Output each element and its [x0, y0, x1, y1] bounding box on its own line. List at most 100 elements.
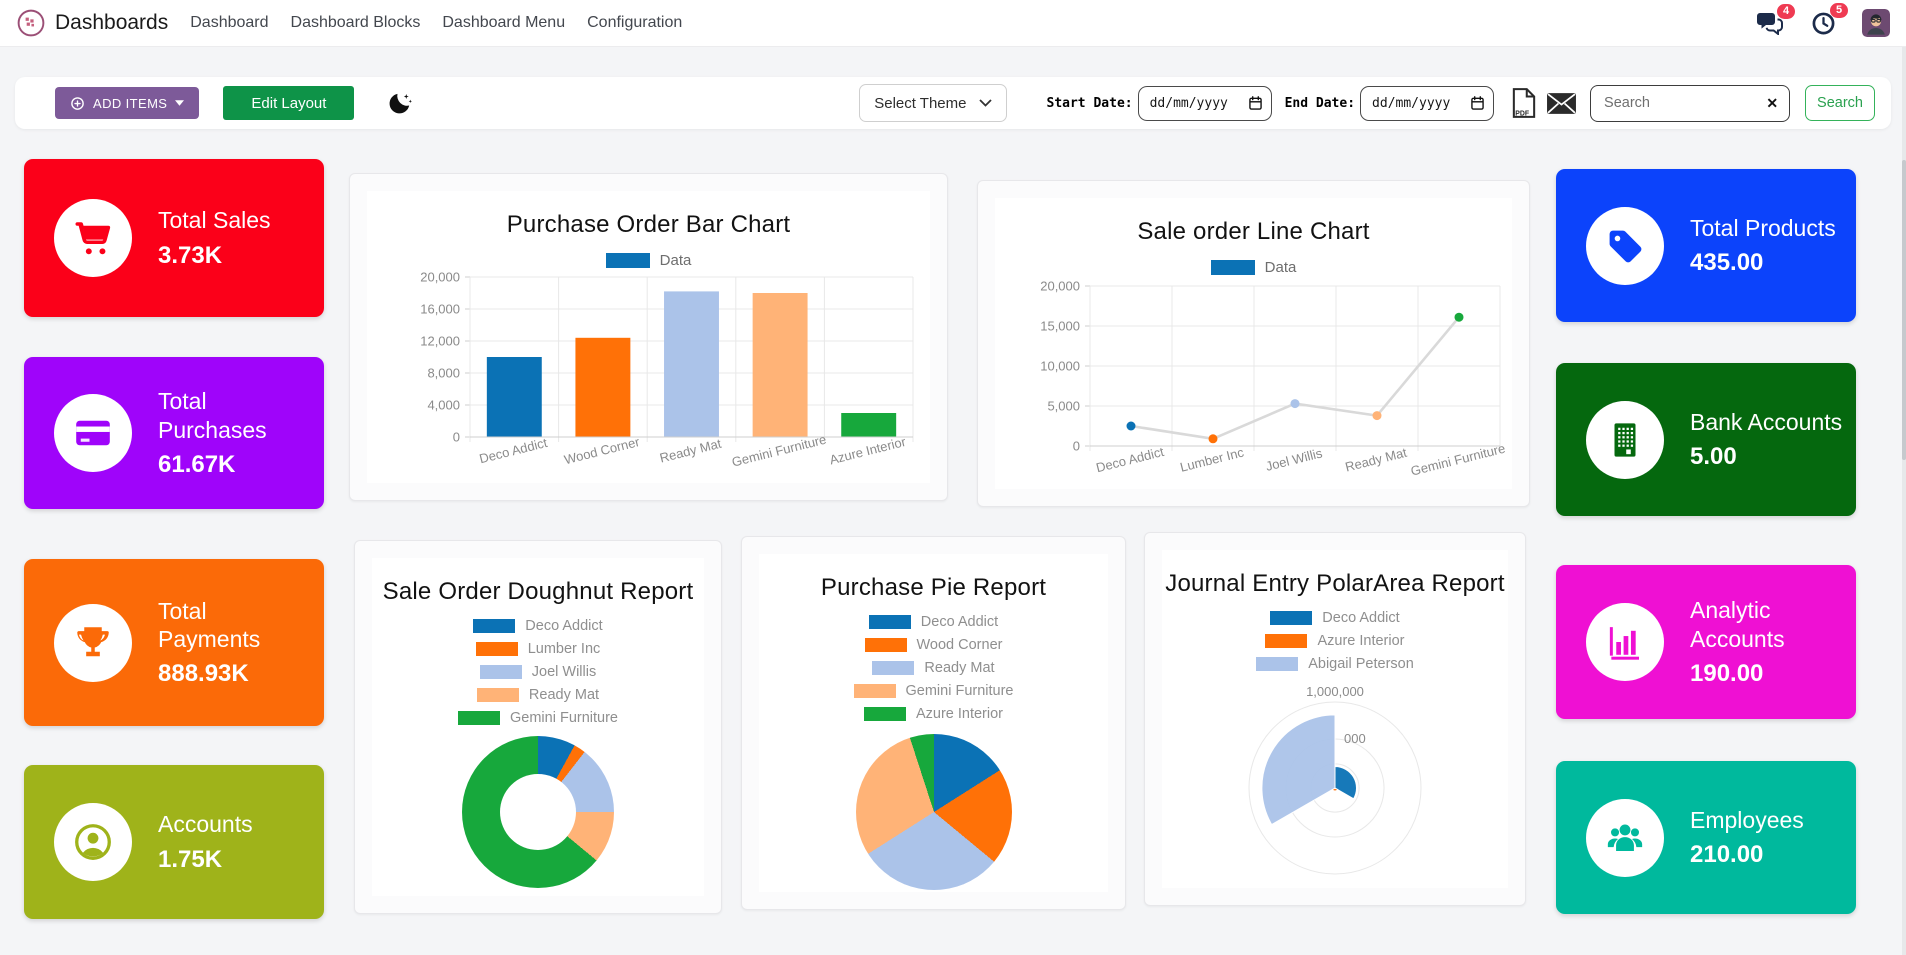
- line-chart-title: Sale order Line Chart: [1137, 218, 1369, 246]
- kpi-text: Total Products435.00: [1690, 214, 1846, 277]
- bar-chart-legend[interactable]: Data: [606, 252, 692, 269]
- legend-label: Azure Interior: [916, 706, 1003, 722]
- kpi-label: Total Sales: [158, 206, 271, 234]
- building-icon: [1586, 401, 1664, 479]
- legend-item-azure-interior[interactable]: Azure Interior: [864, 706, 1003, 722]
- kpi-text: Employees210.00: [1690, 806, 1814, 869]
- search-input[interactable]: [1602, 94, 1760, 112]
- legend-swatch: [480, 665, 522, 679]
- legend-label: Wood Corner: [917, 637, 1003, 653]
- purchase-order-bar-chart-card: Purchase Order Bar Chart Data 04,0008,00…: [349, 173, 948, 501]
- bar-chart-panel: Purchase Order Bar Chart Data 04,0008,00…: [367, 191, 930, 483]
- menu-item-dashboard[interactable]: Dashboard: [190, 14, 268, 32]
- edit-layout-button[interactable]: Edit Layout: [223, 86, 354, 120]
- kpi-label: Employees: [1690, 806, 1804, 834]
- search-box: ✕: [1590, 85, 1790, 122]
- kpi-card-total-sales[interactable]: Total Sales3.73K: [24, 159, 324, 317]
- purchase-pie-card: Purchase Pie Report Deco Addict Wood Corn…: [741, 536, 1126, 910]
- start-date-label: Start Date:: [1047, 96, 1133, 111]
- start-date-input[interactable]: [1148, 95, 1244, 112]
- legend-label: Gemini Furniture: [906, 683, 1014, 699]
- dark-mode-toggle[interactable]: [386, 90, 413, 117]
- scrollbar-thumb[interactable]: [1902, 160, 1906, 460]
- doughnut-title: Sale Order Doughnut Report: [383, 578, 694, 606]
- search-button[interactable]: Search: [1805, 85, 1875, 121]
- kpi-text: Accounts1.75K: [158, 810, 263, 873]
- kpi-card-total-products[interactable]: Total Products435.00: [1556, 169, 1856, 322]
- messages-badge: 4: [1777, 4, 1795, 19]
- svg-text:Lumber Inc: Lumber Inc: [1178, 444, 1245, 474]
- end-date-input-wrap: [1360, 86, 1494, 121]
- chevron-down-icon: [979, 99, 992, 107]
- menu-item-configuration[interactable]: Configuration: [587, 14, 682, 32]
- legend-item-wood-corner[interactable]: Wood Corner: [865, 637, 1003, 653]
- svg-text:Ready Mat: Ready Mat: [1343, 445, 1408, 475]
- kpi-text: Bank Accounts5.00: [1690, 408, 1852, 471]
- line-chart-legend[interactable]: Data: [1211, 259, 1297, 276]
- legend-item-gemini-furniture[interactable]: Gemini Furniture: [458, 710, 618, 726]
- legend-item-deco-addict[interactable]: Deco Addict: [1270, 610, 1399, 626]
- calendar-icon[interactable]: [1249, 96, 1262, 110]
- svg-text:Wood Corner: Wood Corner: [562, 434, 641, 467]
- cart-icon: [54, 199, 132, 277]
- send-mail-button[interactable]: [1546, 92, 1577, 115]
- activities-icon[interactable]: 5: [1811, 11, 1836, 36]
- kpi-card-employees[interactable]: Employees210.00: [1556, 761, 1856, 914]
- legend-swatch: [1256, 657, 1298, 671]
- legend-swatch: [1265, 634, 1307, 648]
- menu-item-dashboard-blocks[interactable]: Dashboard Blocks: [291, 14, 421, 32]
- svg-text:12,000: 12,000: [420, 334, 460, 349]
- svg-text:Joel Willis: Joel Willis: [1264, 445, 1324, 474]
- user-avatar[interactable]: [1862, 9, 1890, 37]
- svg-text:16,000: 16,000: [420, 302, 460, 317]
- messages-icon[interactable]: 4: [1756, 12, 1783, 35]
- svg-text:5,000: 5,000: [1047, 399, 1080, 414]
- legend-item-ready-mat[interactable]: Ready Mat: [872, 660, 994, 676]
- legend-label: Abigail Peterson: [1308, 656, 1414, 672]
- legend-item-ready-mat[interactable]: Ready Mat: [477, 687, 599, 703]
- app-logo-icon[interactable]: [16, 8, 46, 38]
- menu-item-dashboard-menu[interactable]: Dashboard Menu: [442, 14, 565, 32]
- kpi-value: 190.00: [1690, 660, 1846, 688]
- end-date-input[interactable]: [1370, 95, 1466, 112]
- legend-swatch: [458, 711, 500, 725]
- legend-item-azure-interior[interactable]: Azure Interior: [1265, 633, 1404, 649]
- svg-text:0: 0: [1072, 439, 1079, 454]
- select-theme-dropdown[interactable]: Select Theme: [859, 84, 1006, 122]
- kpi-card-total-payments[interactable]: Total Payments888.93K: [24, 559, 324, 726]
- add-items-button[interactable]: ADD ITEMS: [55, 87, 199, 119]
- legend-item-abigail-peterson[interactable]: Abigail Peterson: [1256, 656, 1414, 672]
- svg-text:Deco Addict: Deco Addict: [477, 435, 548, 466]
- svg-text:Deco Addict: Deco Addict: [1094, 444, 1165, 475]
- legend-item-gemini-furniture[interactable]: Gemini Furniture: [854, 683, 1014, 699]
- legend-label: Lumber Inc: [528, 641, 601, 657]
- pie-legend: Deco Addict Wood Corner Ready Mat Gemini Fu…: [854, 614, 1014, 722]
- doughnut-legend: Deco Addict Lumber Inc Joel Willis Ready Ma…: [458, 618, 618, 726]
- clear-search-icon[interactable]: ✕: [1766, 95, 1778, 112]
- kpi-card-bank-accounts[interactable]: Bank Accounts5.00: [1556, 363, 1856, 516]
- journal-entry-polararea-card: Journal Entry PolarArea Report Deco Addi…: [1144, 532, 1526, 906]
- legend-swatch: [606, 253, 650, 268]
- line-chart-panel: Sale order Line Chart Data 05,00010,0001…: [995, 198, 1512, 489]
- kpi-value: 888.93K: [158, 660, 314, 688]
- start-date-group: Start Date:: [1047, 86, 1285, 121]
- legend-item-joel-willis[interactable]: Joel Willis: [480, 664, 596, 680]
- kpi-card-total-purchases[interactable]: Total Purchases61.67K: [24, 357, 324, 509]
- trophy-icon: [54, 604, 132, 682]
- svg-text:Azure Interior: Azure Interior: [827, 434, 907, 468]
- legend-swatch: [865, 638, 907, 652]
- kpi-card-accounts[interactable]: Accounts1.75K: [24, 765, 324, 919]
- svg-text:1,000,000: 1,000,000: [1306, 684, 1364, 699]
- svg-text:0: 0: [452, 430, 459, 445]
- kpi-card-analytic-accounts[interactable]: Analytic Accounts190.00: [1556, 565, 1856, 719]
- legend-item-deco-addict[interactable]: Deco Addict: [869, 614, 998, 630]
- calendar-icon[interactable]: [1471, 96, 1484, 110]
- bar-chart-title: Purchase Order Bar Chart: [507, 211, 791, 239]
- start-date-input-wrap: [1138, 86, 1272, 121]
- legend-item-lumber-inc[interactable]: Lumber Inc: [476, 641, 601, 657]
- pie-title: Purchase Pie Report: [821, 574, 1046, 602]
- legend-label: Gemini Furniture: [510, 710, 618, 726]
- svg-text:20,000: 20,000: [420, 270, 460, 285]
- export-pdf-button[interactable]: PDF: [1512, 88, 1536, 118]
- legend-item-deco-addict[interactable]: Deco Addict: [473, 618, 602, 634]
